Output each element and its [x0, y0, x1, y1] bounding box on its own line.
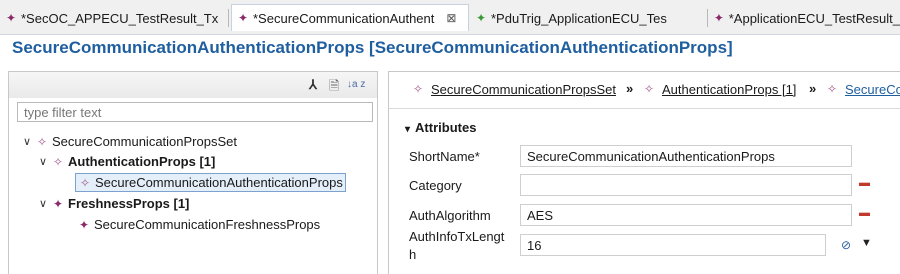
authinfotxlength-field[interactable]	[520, 234, 826, 256]
tree-item-label: SecureCommunicationAuthenticationProps	[95, 175, 343, 190]
category-field[interactable]	[520, 174, 852, 196]
section-title: Attributes	[415, 120, 477, 135]
diamond-icon: ✧	[36, 134, 48, 149]
authalgorithm-field[interactable]	[520, 204, 852, 226]
tree-item-label: AuthenticationProps [1]	[68, 154, 216, 169]
field-label-shortname: ShortName*	[409, 149, 480, 164]
tab-label: *PduTrig_ApplicationECU_Tes	[491, 10, 667, 26]
tree-item-freshnessprops[interactable]: ∨ ✦ FreshnessProps [1]	[39, 196, 189, 211]
collapse-all-icon[interactable]: ⅄	[309, 77, 317, 93]
editor-title: SecureCommunicationAuthenticationProps […	[12, 38, 733, 57]
tree-item-authprops-selected[interactable]: ✧ SecureCommunicationAuthenticationProps	[75, 173, 346, 192]
tree-item-label: FreshnessProps [1]	[68, 196, 190, 211]
diamond-icon: ✧	[826, 82, 838, 96]
diamond-icon: ✦	[713, 11, 724, 25]
shortname-field[interactable]	[520, 145, 852, 167]
tree-item-authenticationprops[interactable]: ∨ ✧ AuthenticationProps [1]	[39, 154, 215, 169]
dropdown-arrow-icon[interactable]: ▼	[861, 237, 872, 249]
details-panel: ✧ SecureCommunicationPropsSet » ✧ Authen…	[388, 71, 900, 274]
tab-pdutrig[interactable]: ✦ *PduTrig_ApplicationECU_Tes	[474, 7, 702, 29]
chevron-down-icon[interactable]: ∨	[39, 197, 51, 210]
diamond-icon: ✧	[52, 154, 64, 169]
diamond-icon: ✧	[79, 175, 91, 190]
editor-tab-bar: ✦ *SecOC_APPECU_TestResult_Tx ✦ *SecureC…	[0, 0, 900, 35]
close-icon[interactable]: ⊠	[446, 11, 456, 25]
tree-item-propsset[interactable]: ∨ ✧ SecureCommunicationPropsSet	[23, 134, 237, 149]
field-label-authinfotxlength-2: h	[409, 247, 417, 262]
diamond-icon: ✦	[237, 11, 249, 25]
tree-item-label: SecureCommunicationPropsSet	[52, 134, 237, 149]
chevron-right-icon: »	[626, 81, 634, 96]
tree-item-label: SecureCommunicationFreshnessProps	[94, 217, 321, 232]
reference-icon[interactable]: ⊘	[841, 238, 851, 252]
tree-item-freshness-child[interactable]: ✦ SecureCommunicationFreshnessProps	[77, 217, 320, 232]
breadcrumb-current[interactable]: SecureCo	[845, 82, 900, 97]
tab-label: *ApplicationECU_TestResult_	[728, 10, 900, 26]
chevron-down-icon[interactable]: ∨	[39, 155, 51, 168]
field-label-category: Category	[409, 178, 462, 193]
document-icon[interactable]: 🗎	[329, 77, 339, 99]
section-attributes[interactable]: ▾ Attributes	[405, 120, 476, 135]
diamond-icon: ✧	[643, 82, 655, 96]
tab-secoc-testresult[interactable]: ✦ *SecOC_APPECU_TestResult_Tx	[4, 7, 226, 29]
breadcrumb-authenticationprops[interactable]: AuthenticationProps [1]	[662, 82, 796, 97]
diamond-icon: ✦	[5, 11, 17, 25]
green-diamond-icon: ✦	[475, 11, 487, 25]
unset-value-icon[interactable]: ▬	[859, 207, 870, 219]
outline-panel: ⅄ 🗎 ↓a z ∨ ✧ SecureCommunicationPropsSet…	[8, 71, 378, 274]
chevron-right-icon: »	[809, 81, 817, 96]
tab-applicationecu[interactable]: ✦ *ApplicationECU_TestResult_	[712, 7, 900, 29]
field-label-authinfotxlength-1: AuthInfoTxLengt	[409, 229, 505, 244]
triangle-down-icon[interactable]: ▾	[405, 124, 410, 135]
diamond-icon: ✦	[52, 196, 64, 211]
chevron-down-icon[interactable]: ∨	[23, 135, 35, 148]
outline-toolbar: ⅄ 🗎 ↓a z	[9, 72, 377, 98]
field-label-authalgorithm: AuthAlgorithm	[409, 208, 491, 223]
tab-label: *SecureCommunicationAuthent	[253, 10, 435, 26]
breadcrumb: ✧ SecureCommunicationPropsSet » ✧ Authen…	[389, 72, 900, 109]
breadcrumb-propsset[interactable]: SecureCommunicationPropsSet	[431, 82, 616, 97]
tab-label: *SecOC_APPECU_TestResult_Tx	[21, 10, 219, 26]
diamond-icon: ✧	[412, 82, 424, 96]
filter-input[interactable]	[17, 102, 373, 122]
diamond-icon: ✦	[78, 217, 90, 232]
sort-icon[interactable]: ↓a z	[347, 79, 365, 90]
unset-value-icon[interactable]: ▬	[859, 177, 870, 189]
tab-securecommunication[interactable]: ✦ *SecureCommunicationAuthent ⊠	[231, 4, 469, 31]
